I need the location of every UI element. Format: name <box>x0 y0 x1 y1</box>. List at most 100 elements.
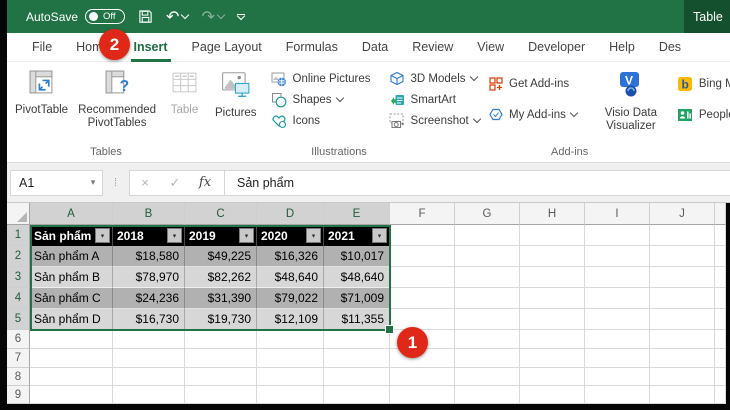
tab-view[interactable]: View <box>465 33 516 62</box>
cell-J5[interactable] <box>650 309 715 330</box>
cell-H3[interactable] <box>520 267 585 288</box>
cell-D2[interactable]: $16,326 <box>257 246 324 267</box>
cell-F4[interactable] <box>390 288 455 309</box>
cell-H8[interactable] <box>520 368 585 386</box>
3d-models-button[interactable]: 3D Models <box>385 68 484 89</box>
recommended-pivottables-button[interactable]: ? Recommended PivotTables <box>76 67 158 131</box>
cell-E3[interactable]: $48,640 <box>324 267 390 288</box>
cell-C4[interactable]: $31,390 <box>185 288 257 309</box>
cell-J2[interactable] <box>650 246 715 267</box>
cell-J6[interactable] <box>650 330 715 349</box>
people-graph-button[interactable]: People Gra <box>673 104 730 125</box>
cell-stub8[interactable] <box>715 368 726 386</box>
cell-J3[interactable] <box>650 267 715 288</box>
cell-A6[interactable] <box>30 330 113 349</box>
cell-B6[interactable] <box>113 330 185 349</box>
tab-des[interactable]: Des <box>647 33 693 62</box>
cell-H6[interactable] <box>520 330 585 349</box>
cell-B8[interactable] <box>113 368 185 386</box>
tab-file[interactable]: File <box>20 33 64 62</box>
cell-J7[interactable] <box>650 349 715 368</box>
filter-button-2[interactable]: ▾ <box>239 228 254 243</box>
cell-F2[interactable] <box>390 246 455 267</box>
cell-stub6[interactable] <box>715 330 726 349</box>
cell-E9[interactable] <box>324 386 390 404</box>
cell-B9[interactable] <box>113 386 185 404</box>
autosave-control[interactable]: AutoSave Off <box>26 9 125 24</box>
cell-G9[interactable] <box>455 386 520 404</box>
row-header-4[interactable]: 4 <box>7 288 30 309</box>
row-header-6[interactable]: 6 <box>7 330 30 349</box>
bing-maps-button[interactable]: b Bing Maps <box>673 73 730 94</box>
cell-I9[interactable] <box>585 386 650 404</box>
customize-quick-access-button[interactable] <box>237 14 245 20</box>
cell-G6[interactable] <box>455 330 520 349</box>
row-header-7[interactable]: 7 <box>7 349 30 368</box>
cell-H9[interactable] <box>520 386 585 404</box>
cell-E6[interactable] <box>324 330 390 349</box>
undo-dropdown-icon[interactable] <box>181 11 189 19</box>
cell-H4[interactable] <box>520 288 585 309</box>
filter-button-4[interactable]: ▾ <box>372 228 387 243</box>
column-header-A[interactable]: A <box>30 203 113 225</box>
cell-G4[interactable] <box>455 288 520 309</box>
cell-E8[interactable] <box>324 368 390 386</box>
tab-developer[interactable]: Developer <box>516 33 597 62</box>
cell-I3[interactable] <box>585 267 650 288</box>
cell-I7[interactable] <box>585 349 650 368</box>
cell-D8[interactable] <box>257 368 324 386</box>
my-addins-button[interactable]: My Add-ins <box>483 104 581 125</box>
pivottable-button[interactable]: PivotTable <box>13 67 70 117</box>
column-header-G[interactable]: G <box>455 203 520 225</box>
online-pictures-button[interactable]: Online Pictures <box>267 68 375 89</box>
cell-E2[interactable]: $10,017 <box>324 246 390 267</box>
name-box[interactable]: A1 ▾ <box>10 170 103 196</box>
cell-D1[interactable]: 2020▾ <box>257 225 324 246</box>
table-button[interactable]: Table <box>164 67 205 117</box>
screenshot-button[interactable]: Screenshot <box>385 110 484 131</box>
undo-button[interactable]: ↶ <box>166 9 188 25</box>
cell-stub9[interactable] <box>715 386 726 404</box>
cell-C1[interactable]: 2019▾ <box>185 225 257 246</box>
cell-E1[interactable]: 2021▾ <box>324 225 390 246</box>
cell-F9[interactable] <box>390 386 455 404</box>
fill-handle[interactable] <box>385 325 394 334</box>
cell-E5[interactable]: $11,355 <box>324 309 390 330</box>
cell-A7[interactable] <box>30 349 113 368</box>
cell-stub7[interactable] <box>715 349 726 368</box>
cell-B7[interactable] <box>113 349 185 368</box>
cell-B1[interactable]: 2018▾ <box>113 225 185 246</box>
insert-function-button[interactable]: fx <box>190 175 220 190</box>
cell-A8[interactable] <box>30 368 113 386</box>
filter-button-1[interactable]: ▾ <box>167 228 182 243</box>
column-header-stub[interactable] <box>715 203 726 225</box>
select-all-corner[interactable] <box>7 203 30 225</box>
cell-E7[interactable] <box>324 349 390 368</box>
filter-button-3[interactable]: ▾ <box>306 228 321 243</box>
cell-C8[interactable] <box>185 368 257 386</box>
row-header-9[interactable]: 9 <box>7 386 30 404</box>
cell-I1[interactable] <box>585 225 650 246</box>
tab-review[interactable]: Review <box>400 33 465 62</box>
cell-A4[interactable]: Sản phẩm C <box>30 288 113 309</box>
cell-D3[interactable]: $48,640 <box>257 267 324 288</box>
save-button[interactable] <box>138 9 153 24</box>
cell-C9[interactable] <box>185 386 257 404</box>
cell-B5[interactable]: $16,730 <box>113 309 185 330</box>
formula-input[interactable]: Sản phẩm <box>225 176 730 190</box>
cell-E4[interactable]: $71,009 <box>324 288 390 309</box>
cell-F5[interactable] <box>390 309 455 330</box>
cell-C2[interactable]: $49,225 <box>185 246 257 267</box>
column-header-F[interactable]: F <box>390 203 455 225</box>
cell-G7[interactable] <box>455 349 520 368</box>
cell-F1[interactable] <box>390 225 455 246</box>
cell-F3[interactable] <box>390 267 455 288</box>
get-addins-button[interactable]: Get Add-ins <box>483 73 581 94</box>
tab-help[interactable]: Help <box>597 33 647 62</box>
row-header-1[interactable]: 1 <box>7 225 30 246</box>
filter-button-0[interactable]: ▾ <box>95 228 110 243</box>
cell-H1[interactable] <box>520 225 585 246</box>
cell-I2[interactable] <box>585 246 650 267</box>
row-header-2[interactable]: 2 <box>7 246 30 267</box>
row-header-5[interactable]: 5 <box>7 309 30 330</box>
